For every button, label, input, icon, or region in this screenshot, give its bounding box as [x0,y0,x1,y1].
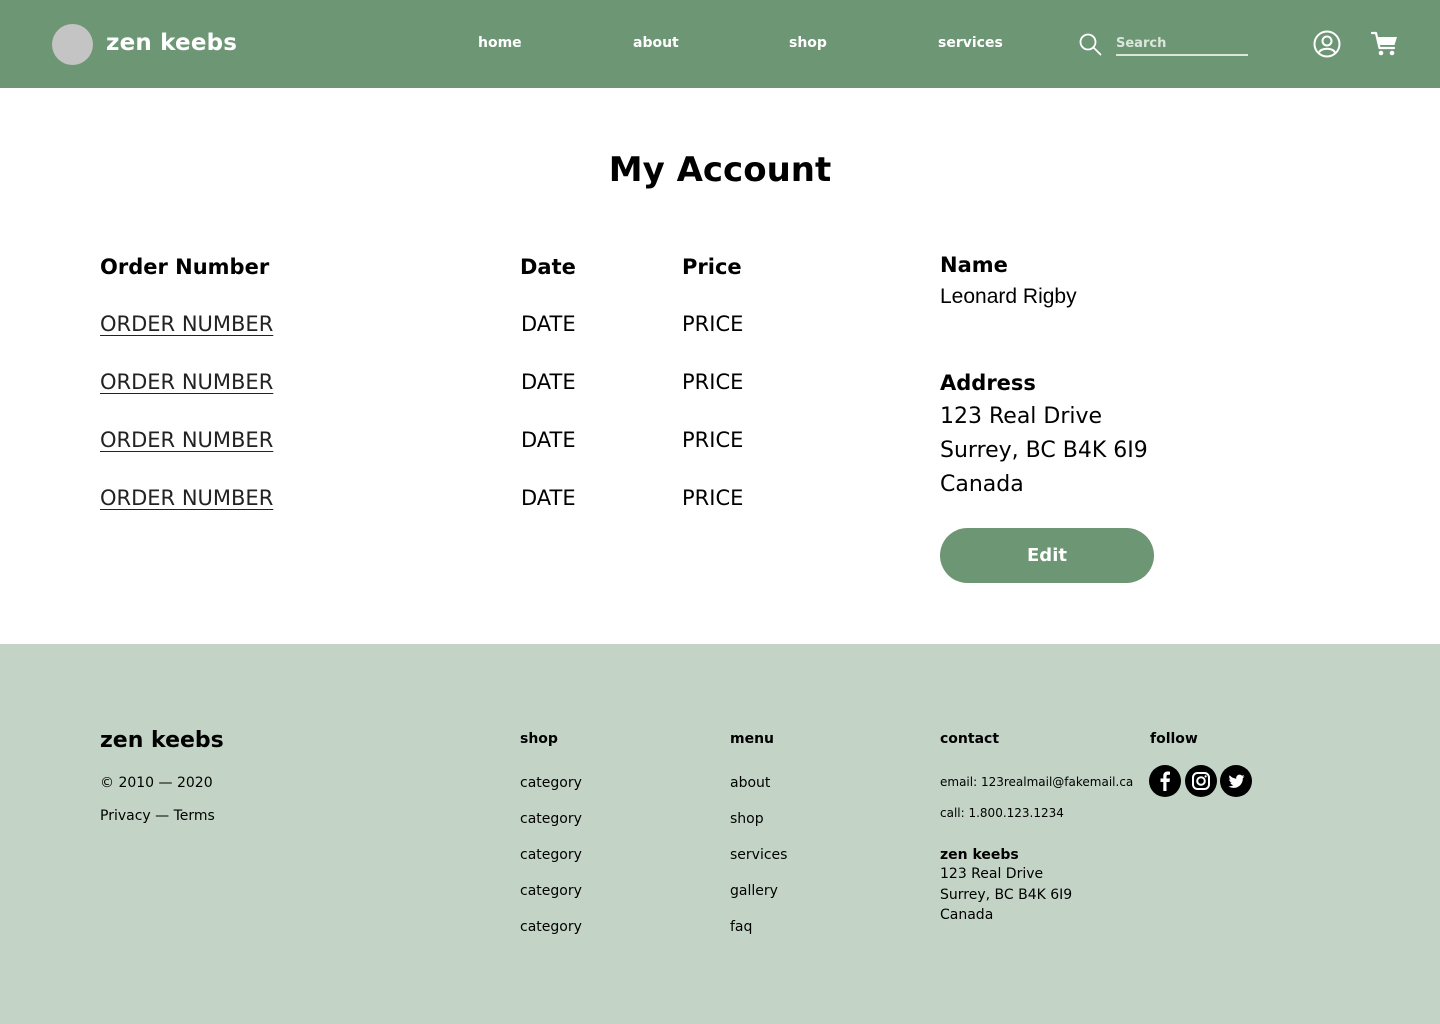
footer-category-link[interactable]: category [520,883,582,899]
address-line: Surrey, BC B4K 6I9 [940,438,1148,463]
order-price: PRICE [682,486,744,510]
column-header-order-number: Order Number [100,255,270,279]
footer-category-link[interactable]: category [520,775,582,791]
twitter-icon[interactable] [1220,765,1252,797]
order-date: DATE [521,486,576,510]
instagram-icon[interactable] [1185,765,1217,797]
order-price: PRICE [682,312,744,336]
account-name: Leonard Rigby [940,285,1077,308]
footer-follow-heading: follow [1150,731,1198,747]
address-label: Address [940,371,1036,395]
order-date: DATE [521,428,576,452]
footer-address-line: 123 Real Drive [940,866,1044,882]
order-date: DATE [521,312,576,336]
page-title: My Account [608,150,832,190]
address-line: Canada [940,472,1024,497]
order-date: DATE [521,370,576,394]
privacy-link[interactable]: Privacy [100,808,151,824]
account-icon[interactable] [1313,30,1341,58]
order-number-link[interactable]: ORDER NUMBER [100,486,273,510]
terms-link[interactable]: Terms [174,808,215,824]
footer-menu-shop[interactable]: shop [730,811,764,827]
order-number-link[interactable]: ORDER NUMBER [100,428,273,452]
legal-links: Privacy — Terms [100,808,215,824]
nav-services[interactable]: services [938,35,1003,51]
footer-menu-faq[interactable]: faq [730,919,752,935]
logo-icon[interactable] [52,24,93,65]
footer-address-line: Surrey, BC B4K 6I9 [940,887,1073,903]
search-icon[interactable] [1078,32,1102,56]
footer-category-link[interactable]: category [520,847,582,863]
footer-shop-heading: shop [520,731,558,747]
brand-name[interactable]: zen keebs [106,30,237,56]
column-header-date: Date [520,255,576,279]
footer-category-link[interactable]: category [520,811,582,827]
footer-menu-about[interactable]: about [730,775,770,791]
contact-phone[interactable]: call: 1.800.123.1234 [940,806,1064,820]
address-line: 123 Real Drive [940,404,1103,429]
order-number-link[interactable]: ORDER NUMBER [100,312,273,336]
column-header-price: Price [682,255,742,279]
edit-button[interactable]: Edit [940,528,1154,583]
footer-menu-gallery[interactable]: gallery [730,883,778,899]
site-header: zen keebs home about shop services [0,0,1440,88]
site-footer: zen keebs © 2010 — 2020 Privacy — Terms … [0,644,1440,1024]
order-price: PRICE [682,428,744,452]
footer-menu-services[interactable]: services [730,847,787,863]
footer-category-link[interactable]: category [520,919,582,935]
facebook-icon[interactable] [1149,765,1181,797]
search-input[interactable] [1116,31,1248,56]
nav-shop[interactable]: shop [789,35,827,51]
footer-address-line: Canada [940,907,994,923]
footer-contact-heading: contact [940,731,1000,747]
footer-company-name: zen keebs [940,847,1019,863]
legal-separator: — [150,808,174,824]
footer-menu-heading: menu [730,731,775,747]
name-label: Name [940,253,1008,277]
order-number-link[interactable]: ORDER NUMBER [100,370,273,394]
cart-icon[interactable] [1371,31,1399,57]
nav-about[interactable]: about [633,35,679,51]
order-price: PRICE [682,370,744,394]
contact-email[interactable]: email: 123realmail@fakemail.ca [940,775,1133,789]
nav-home[interactable]: home [478,35,522,51]
footer-brand: zen keebs [100,728,224,753]
copyright: © 2010 — 2020 [100,775,213,791]
